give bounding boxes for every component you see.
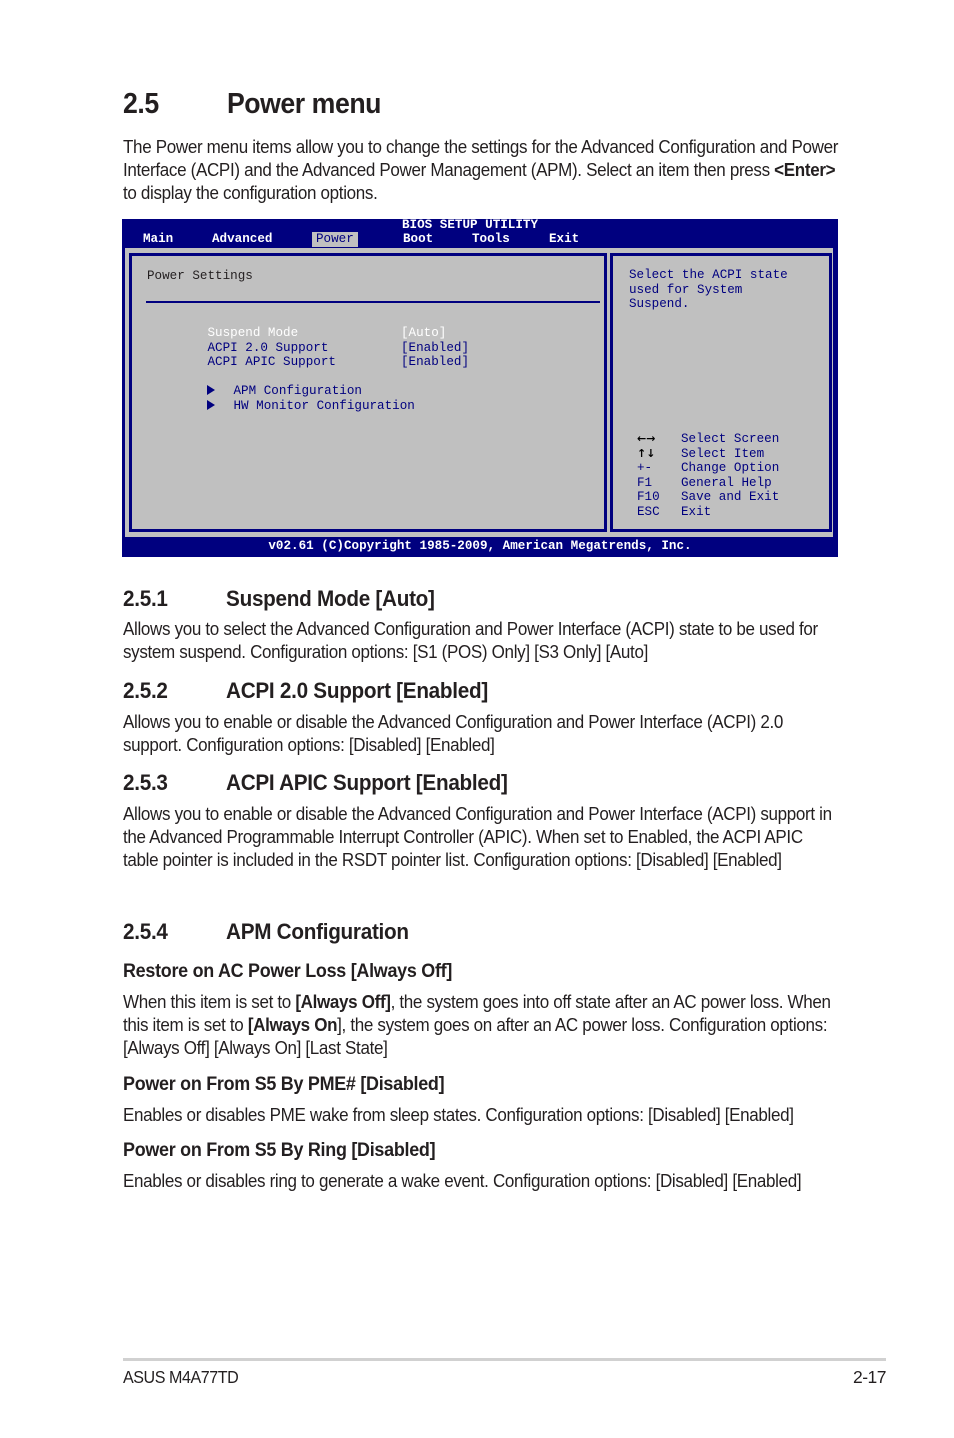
apm-item-title-restore-ac: Restore on AC Power Loss [Always Off] bbox=[123, 960, 453, 982]
section-title-text: Power menu bbox=[226, 88, 382, 120]
section-title: 2.5 Power menu bbox=[123, 88, 381, 121]
key-action: Select Item bbox=[681, 446, 765, 461]
bios-tab-exit[interactable]: Exit bbox=[545, 232, 583, 247]
left-right-arrows-icon: ←→ bbox=[637, 432, 656, 445]
key-action: General Help bbox=[681, 475, 772, 490]
footer-product: ASUS M4A77TD bbox=[123, 1367, 239, 1387]
subsection-number: 2.5.1 bbox=[123, 586, 168, 611]
bios-help-text: Select the ACPI state used for System Su… bbox=[629, 268, 788, 311]
apm-item-title-pme: Power on From S5 By PME# [Disabled] bbox=[123, 1073, 445, 1095]
key-action: Select Screen bbox=[681, 432, 780, 446]
subsection-title-2-5-4: 2.5.4 APM Configuration bbox=[123, 919, 409, 945]
key-legend-row: ←→ Select Screen bbox=[637, 432, 779, 447]
bios-tab-tools[interactable]: Tools bbox=[468, 232, 514, 247]
bios-menu-bar: Main Advanced Power Boot Tools Exit bbox=[122, 232, 838, 247]
key-label: F1 bbox=[637, 475, 653, 490]
key-legend-row: +- Change Option bbox=[637, 461, 779, 476]
bios-tab-main[interactable]: Main bbox=[139, 232, 177, 247]
bios-setting-value: [Auto] bbox=[401, 326, 447, 340]
bios-setting-value: [Enabled] bbox=[401, 340, 470, 355]
key-action: Save and Exit bbox=[681, 490, 780, 504]
bios-key-legend: ←→ Select Screen ↑↓ Select Item +- Change O… bbox=[637, 432, 779, 519]
bios-setting-value: [Enabled] bbox=[401, 355, 470, 369]
submenu-arrow-icon bbox=[207, 399, 216, 410]
intro-text-end: to display the configuration options. bbox=[123, 183, 378, 203]
key-legend-row: F10 Save and Exit bbox=[637, 490, 779, 505]
key-action: Change Option bbox=[681, 461, 780, 475]
bios-submenu-label: HW Monitor Configuration bbox=[233, 398, 415, 413]
footer-page-number: 2-17 bbox=[852, 1367, 887, 1387]
subsection-title-2-5-1: 2.5.1 Suspend Mode [Auto] bbox=[123, 586, 435, 612]
key-legend-row: ↑↓ Select Item bbox=[637, 447, 779, 462]
key-label: F10 bbox=[637, 490, 660, 504]
bios-copyright: v02.61 (C)Copyright 1985-2009, American … bbox=[268, 539, 692, 553]
key-label: +- bbox=[637, 461, 653, 475]
bios-title-text: BIOS SETUP UTILITY bbox=[402, 218, 539, 232]
subsection-number: 2.5.2 bbox=[123, 678, 168, 703]
subsection-body-2-5-1: Allows you to select the Advanced Config… bbox=[123, 619, 818, 662]
bios-submenu-hw-monitor[interactable]: HW Monitor Configuration bbox=[147, 385, 415, 427]
key-legend-row: ESC Exit bbox=[637, 505, 779, 520]
apm-item-title-ring: Power on From S5 By Ring [Disabled] bbox=[123, 1139, 436, 1161]
subsection-number: 2.5.3 bbox=[123, 770, 168, 795]
up-down-arrows-icon: ↑↓ bbox=[637, 446, 656, 460]
bios-tab-advanced[interactable]: Advanced bbox=[208, 232, 276, 247]
section-number: 2.5 bbox=[123, 88, 159, 120]
bios-tab-power[interactable]: Power bbox=[312, 232, 358, 247]
apm-item-body-pme: Enables or disables PME wake from sleep … bbox=[123, 1104, 839, 1127]
bios-tab-boot[interactable]: Boot bbox=[399, 232, 437, 247]
emphasis-text: [Always Off] bbox=[295, 992, 391, 1012]
emphasis-text: [Always On bbox=[247, 1015, 338, 1035]
body-text: Enables or disables PME wake from sleep … bbox=[123, 1105, 794, 1125]
body-text: Enables or disables ring to generate a w… bbox=[123, 1171, 802, 1191]
body-text: When this item is set to bbox=[123, 992, 296, 1012]
subsection-title-2-5-3: 2.5.3 ACPI APIC Support [Enabled] bbox=[123, 770, 508, 796]
bios-divider bbox=[146, 301, 600, 303]
section-intro: The Power menu items allow you to change… bbox=[123, 136, 839, 205]
bios-setting-label: ACPI APIC Support bbox=[207, 355, 336, 369]
apm-item-body-restore-ac: When this item is set to [Always Off], t… bbox=[123, 991, 839, 1060]
key-label: ESC bbox=[637, 504, 660, 519]
subsection-body-2-5-2: Allows you to enable or disable the Adva… bbox=[123, 712, 784, 755]
subsection-title-text: ACPI 2.0 Support [Enabled] bbox=[226, 678, 488, 703]
footer-divider bbox=[123, 1358, 886, 1361]
subsection-title-2-5-2: 2.5.2 ACPI 2.0 Support [Enabled] bbox=[123, 678, 488, 704]
bios-help-panel: Select the ACPI state used for System Su… bbox=[610, 253, 832, 532]
bios-screenshot: BIOS SETUP UTILITY Main Advanced Power B… bbox=[122, 219, 838, 557]
bios-settings-panel: Power Settings Suspend Mode [Auto] ACPI 2… bbox=[129, 253, 607, 532]
key-action: Exit bbox=[681, 504, 712, 519]
subsection-title-text: ACPI APIC Support [Enabled] bbox=[226, 770, 508, 795]
intro-enter-key: <Enter> bbox=[774, 160, 836, 180]
bios-panel-heading: Power Settings bbox=[147, 269, 253, 283]
bios-frame: Power Settings Suspend Mode [Auto] ACPI 2… bbox=[125, 248, 833, 537]
subsection-number: 2.5.4 bbox=[123, 919, 168, 944]
subsection-body-2-5-3: Allows you to enable or disable the Adva… bbox=[123, 804, 832, 870]
subsection-title-text: APM Configuration bbox=[226, 919, 409, 944]
intro-text: The Power menu items allow you to change… bbox=[123, 137, 839, 180]
subsection-title-text: Suspend Mode [Auto] bbox=[226, 586, 435, 611]
apm-item-body-ring: Enables or disables ring to generate a w… bbox=[123, 1170, 839, 1193]
key-legend-row: F1 General Help bbox=[637, 476, 779, 491]
